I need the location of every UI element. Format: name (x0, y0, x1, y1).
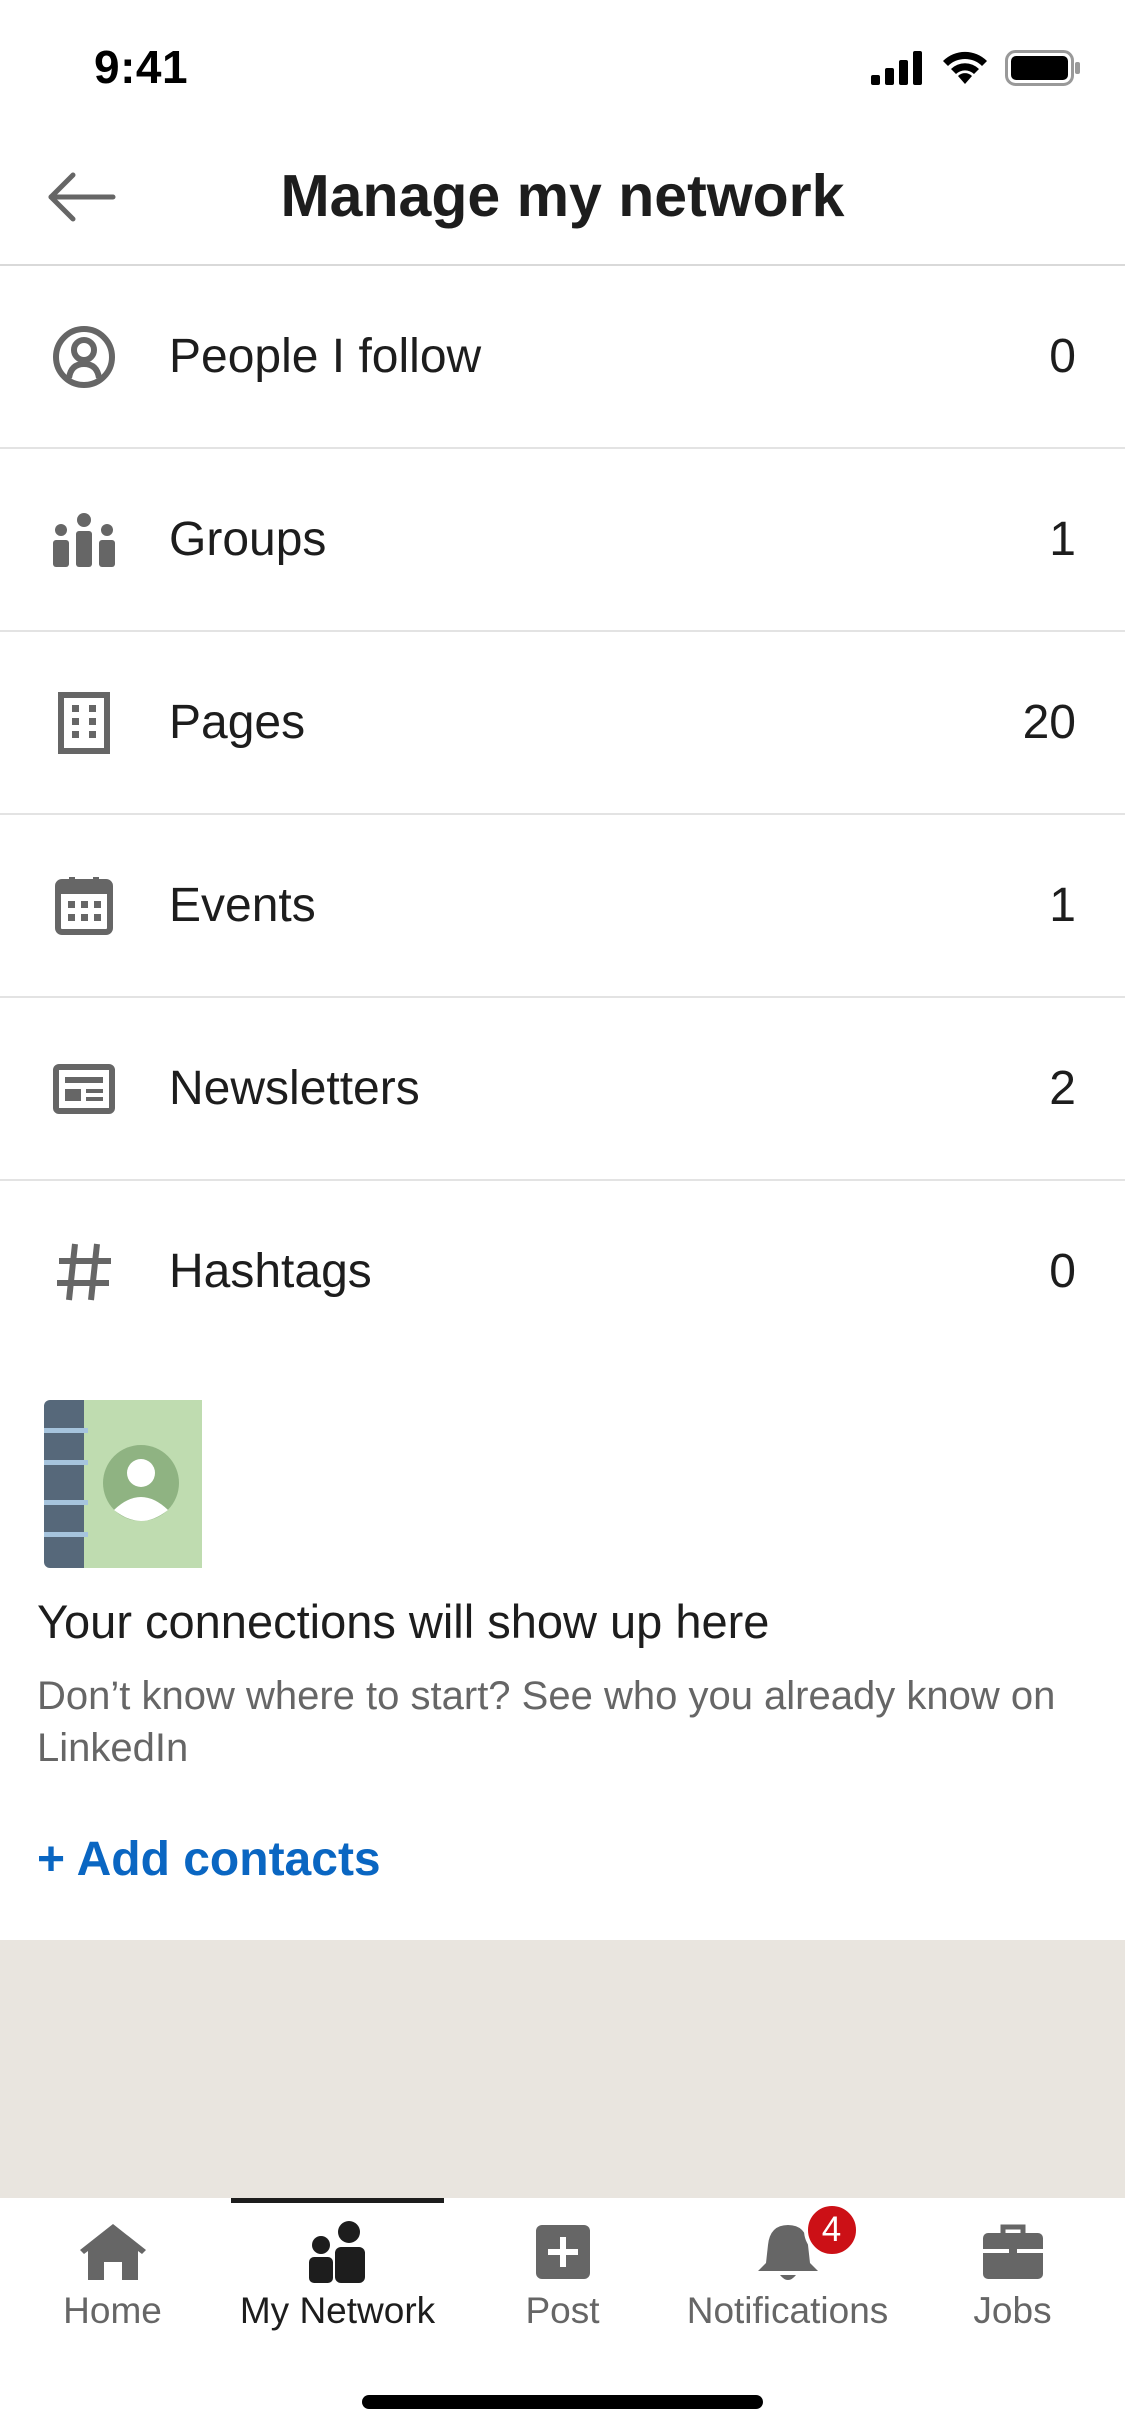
nav-post[interactable]: Post (450, 2198, 675, 2348)
post-icon (525, 2218, 601, 2286)
list-item-groups[interactable]: Groups 1 (0, 449, 1125, 632)
list-item-people-i-follow[interactable]: People I follow 0 (0, 266, 1125, 449)
nav-my-network[interactable]: My Network (225, 2198, 450, 2348)
person-follow-icon (48, 321, 120, 393)
header: Manage my network (0, 132, 1125, 266)
connections-card-description: Don’t know where to start? See who you a… (37, 1674, 1056, 1770)
hashtag-icon (48, 1236, 120, 1308)
status-icons (871, 50, 1081, 86)
list-item-label: Newsletters (169, 1062, 420, 1115)
list-item-label: Events (169, 879, 316, 932)
home-icon (75, 2218, 151, 2286)
list-item-label: Hashtags (169, 1245, 372, 1298)
network-list: People I follow 0 Groups 1 Pages 20 Even… (0, 266, 1125, 1364)
nav-jobs[interactable]: Jobs (900, 2198, 1125, 2348)
notification-badge: 4 (803, 2202, 860, 2258)
home-indicator (362, 2395, 763, 2409)
newsletter-icon (48, 1053, 120, 1125)
nav-label: Jobs (973, 2290, 1052, 2331)
list-item-events[interactable]: Events 1 (0, 815, 1125, 998)
list-item-count: 1 (1049, 879, 1076, 932)
list-item-count: 2 (1049, 1062, 1076, 1115)
nav-label: Post (525, 2290, 600, 2331)
list-item-label: People I follow (169, 330, 482, 383)
list-item-count: 0 (1049, 1245, 1076, 1298)
building-icon (48, 687, 120, 759)
connections-card: Your connections will show up here Don’t… (0, 1362, 1125, 1940)
wifi-icon (943, 51, 987, 84)
list-item-hashtags[interactable]: Hashtags 0 (0, 1181, 1125, 1364)
address-book-illustration (44, 1400, 202, 1568)
groups-icon (48, 504, 120, 576)
cellular-signal-icon (871, 51, 922, 85)
page-title: Manage my network (280, 163, 845, 229)
nav-label: My Network (239, 2290, 436, 2331)
status-bar: 9:41 (0, 0, 1125, 132)
empty-background (0, 1940, 1125, 2198)
list-item-count: 0 (1049, 330, 1076, 383)
list-item-newsletters[interactable]: Newsletters 2 (0, 998, 1125, 1181)
calendar-icon (48, 870, 120, 942)
list-item-label: Groups (169, 513, 327, 566)
my-network-icon (300, 2218, 376, 2286)
nav-notifications[interactable]: 4 Notifications (675, 2198, 900, 2348)
list-item-label: Pages (169, 696, 306, 749)
status-time: 9:41 (94, 41, 189, 93)
list-item-count: 1 (1049, 513, 1076, 566)
connections-card-title: Your connections will show up here (37, 1595, 770, 1648)
add-contacts-button[interactable]: + Add contacts (37, 1832, 381, 1887)
nav-label: Notifications (686, 2290, 889, 2331)
bell-icon: 4 (750, 2202, 860, 2286)
list-item-pages[interactable]: Pages 20 (0, 632, 1125, 815)
nav-label: Home (63, 2290, 162, 2331)
nav-home[interactable]: Home (0, 2198, 225, 2348)
battery-icon (1005, 50, 1080, 86)
list-item-count: 20 (1022, 696, 1076, 749)
briefcase-icon (975, 2218, 1051, 2286)
